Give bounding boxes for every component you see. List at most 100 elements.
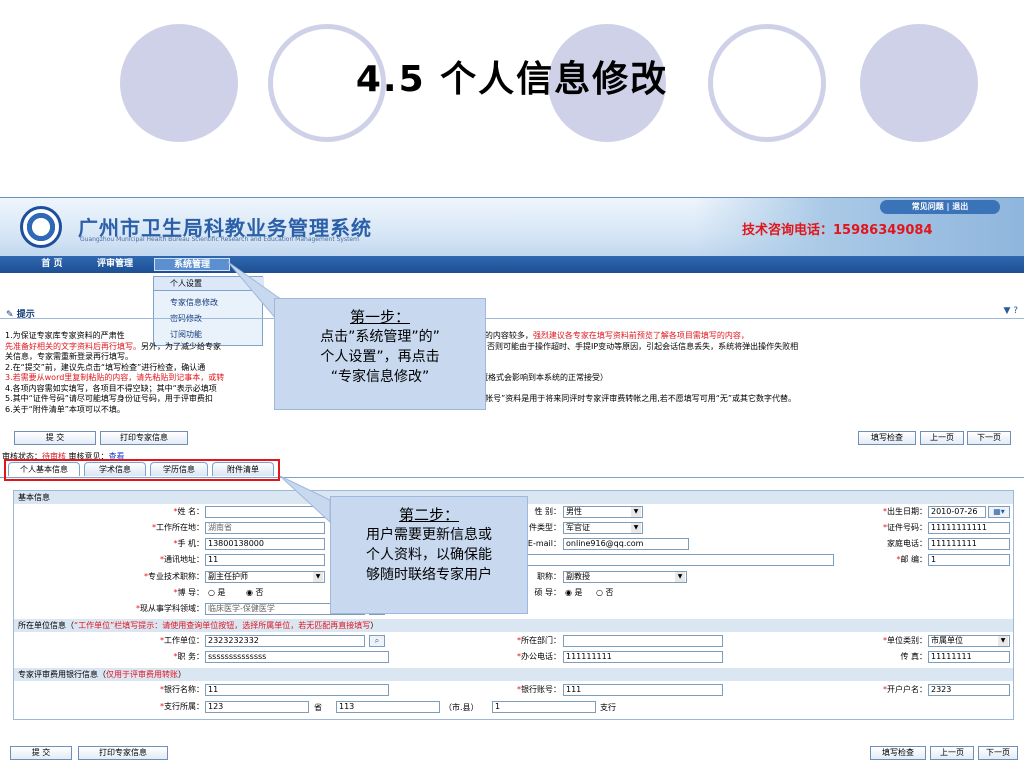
phd-no-radio[interactable]: ◉ 否 [246,587,264,598]
master-yes-radio[interactable]: ◉ 是 [565,587,583,598]
gender-select[interactable]: 男性 [563,506,643,518]
step2-line: 够随时联络专家用户 [366,567,492,583]
account-label: *银行账号： [517,685,561,694]
account-input[interactable]: 111 [563,684,723,696]
unit-input[interactable]: 2323232332 [205,635,365,647]
teach-label-text: 职称： [537,572,561,581]
idtype-label-text: 件类型： [529,523,561,532]
section-bank-text-end: ） [178,670,186,679]
zip-input[interactable]: 1 [928,554,1010,566]
bank-label-text: 银行名称： [164,685,204,694]
field-label: *现从事学科领域： [136,604,204,613]
region-label: *工作所在地： [152,523,204,532]
nav-home[interactable]: 首 页 [28,258,76,271]
main-nav: 首 页 评审管理 系统管理 [0,256,1024,273]
birth-label: *出生日期： [883,507,927,516]
province-unit: 省 [314,703,322,712]
mobile-input[interactable]: 13800138000 [205,538,325,550]
zip-label-text: 邮 编： [900,555,927,564]
idtype-select[interactable]: 军官证 [563,522,643,534]
unit-label: *工作单位： [160,636,204,645]
master-no-radio[interactable]: ○ 否 [596,587,614,598]
branch-name-input[interactable]: 1 [492,701,596,713]
section-bank: 专家评审费用银行信息（仅用于评审费用转账） [14,668,1013,681]
birth-input[interactable]: 2010-07-26 [928,506,986,518]
top-links[interactable]: 常见问题 | 退出 [880,200,1000,214]
prev-button-bottom[interactable]: 上一页 [930,746,974,760]
idno-label: *证件号码： [883,523,927,532]
phd-label-text: 博 导： [177,588,204,597]
check-button[interactable]: 填写检查 [858,431,916,445]
step1-line: 个人设置”，再点击 [320,349,440,365]
nav-system[interactable]: 系统管理 [154,258,230,271]
holder-input[interactable]: 2323 [928,684,1010,696]
name-input[interactable] [205,506,325,518]
address-input-ext[interactable] [524,554,834,566]
homephone-label: 家庭电话： [834,538,927,549]
region-label-text: 工作所在地： [156,523,204,532]
title-select[interactable]: 副主任护师 [205,571,325,583]
phd-label: *博 导： [173,588,204,597]
bank-label: *银行名称： [160,685,204,694]
tip-text: 另外，为了减少给专家 [141,341,221,351]
duty-label: *职 务： [173,652,204,661]
fax-label: 传 真： [834,651,927,662]
next-button-bottom[interactable]: 下一页 [978,746,1018,760]
tip-line: 1.为保证专家库专家资料的严肃性的项目后才能“提交”，同时，本系统要求填写的内容… [5,331,1020,342]
title-label-text: 专业技术职称： [148,572,204,581]
fax-input[interactable]: 11111111 [928,651,1010,663]
step1-line: “专家信息修改” [330,369,430,385]
homephone-input[interactable]: 111111111 [928,538,1010,550]
submit-button-bottom[interactable]: 提 交 [10,746,72,760]
unittype-select[interactable]: 市属单位 [928,635,1010,647]
unit-search-icon[interactable]: ⌕ [369,635,385,647]
tip-text: 5.其中“证件号码”请尽可能填写身份证号码，用于评审费扣 [5,394,213,403]
mobile-label: *手 机： [173,539,204,548]
bank-input[interactable]: 11 [205,684,389,696]
idno-input[interactable]: 11111111111 [928,522,1010,534]
teach-select[interactable]: 副教授 [563,571,687,583]
branch-province-input[interactable]: 123 [205,701,309,713]
address-label-text: 通讯地址： [164,555,204,564]
email-input[interactable]: online916@qq.com [563,538,689,550]
step1-line: 点击”系统管理”的” [320,329,440,345]
step2-title: 第二步： [398,506,459,524]
section-unit: 所在单位信息（“工作单位”栏填写提示：请使用查询单位按钮，选择所属单位，若无匹配… [14,619,1013,632]
print-button[interactable]: 打印专家信息 [100,431,188,445]
callout-step2: 第二步： 用户需要更新信息或 个人资料，以确保能 够随时联络专家用户 [330,496,528,614]
tip-text: 1.为保证专家库专家资料的严肃性 [5,331,125,340]
menu-item-personal-settings[interactable]: 个人设置 [154,277,264,291]
account-label-text: 银行账号： [521,685,561,694]
print-button-bottom[interactable]: 打印专家信息 [78,746,168,760]
city-unit: （市.县） [444,703,479,712]
prev-button[interactable]: 上一页 [920,431,964,445]
address-input[interactable]: 11 [205,554,325,566]
app-window: 广州市卫生局科教业务管理系统 Guangzhou Municipal Healt… [0,197,1024,768]
submit-button[interactable]: 提 交 [14,431,96,445]
section-unit-hint: “工作单位”栏填写提示：请使用查询单位按钮，选择所属单位，若无匹配再直接填写 [74,621,371,630]
field-label-text: 现从事学科领域： [140,604,204,613]
system-name-en: Guangzhou Municipal Health Bureau Scient… [80,236,359,243]
tabs-highlight [4,459,280,481]
tip-line: 关信息，专家需重新登录再行填写。 [5,352,133,361]
nav-review[interactable]: 评审管理 [86,258,144,271]
fax-label-text: 传 真： [900,652,927,661]
section-bank-text: 专家评审费用银行信息（ [18,670,106,679]
region-input[interactable]: 湖南省 [205,522,325,534]
header-banner: 广州市卫生局科教业务管理系统 Guangzhou Municipal Healt… [0,198,1024,256]
collapse-icon[interactable]: ▼ ? [1003,306,1018,316]
duty-input[interactable]: ssssssssssssss [205,651,389,663]
phd-yes-radio[interactable]: ○ 是 [208,587,226,598]
calendar-icon[interactable]: ▦▾ [988,506,1010,518]
unit-label-text: 工作单位： [164,636,204,645]
check-button-bottom[interactable]: 填写检查 [870,746,926,760]
office-input[interactable]: 111111111 [563,651,723,663]
tip-line: 6.关于“附件清单”本项可以不填。 [5,404,125,414]
dept-input[interactable] [563,635,723,647]
next-button[interactable]: 下一页 [967,431,1011,445]
branch-city-input[interactable]: 113 [336,701,440,713]
tip-label-text: 提示 [16,310,35,320]
master-label-text: 硕 导： [534,588,561,597]
unittype-label-text: 单位类别： [887,636,927,645]
step1-title: 第一步： [349,308,410,326]
